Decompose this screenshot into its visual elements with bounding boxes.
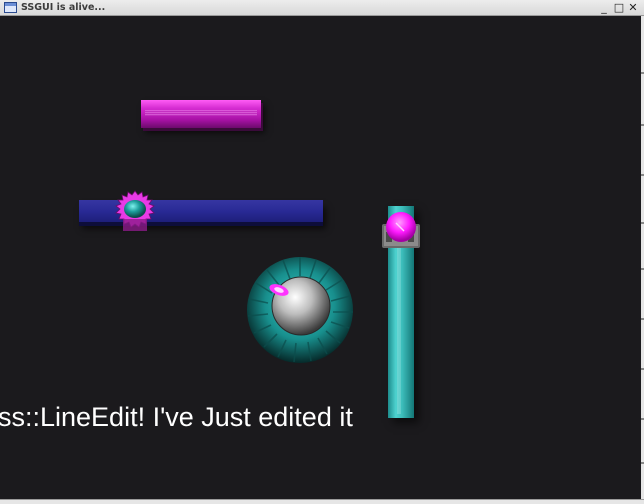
maximize-button[interactable]: □	[613, 1, 625, 14]
minimize-button[interactable]: _	[598, 1, 610, 14]
window-title: SSGUI is alive...	[21, 2, 106, 13]
pink-bar-button[interactable]	[141, 100, 261, 128]
line-edit-text[interactable]: ss::LineEdit! I've Just edited it	[0, 398, 518, 436]
rotary-dial[interactable]	[246, 256, 354, 364]
horizontal-slider-knob[interactable]	[113, 189, 157, 233]
window-frame-bottom	[0, 499, 644, 504]
vertical-slider-knob[interactable]	[380, 206, 424, 252]
window-app-icon[interactable]	[4, 2, 17, 13]
title-bar[interactable]: SSGUI is alive... _ □ ✕	[0, 0, 644, 16]
close-button[interactable]: ✕	[627, 1, 639, 14]
